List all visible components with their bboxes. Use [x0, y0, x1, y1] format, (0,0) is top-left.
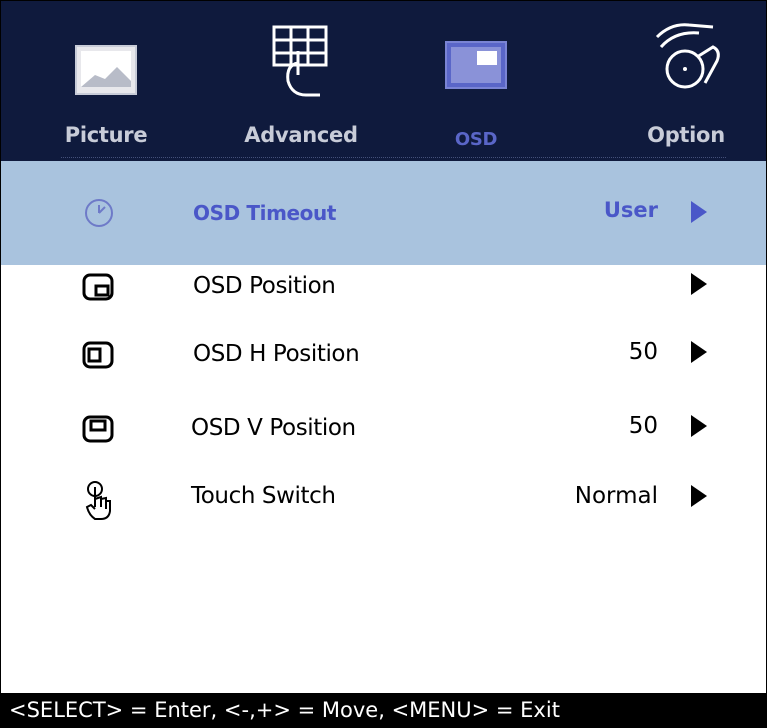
picture-icon	[75, 45, 137, 101]
tab-option[interactable]: Option	[626, 1, 746, 161]
arrow-right-icon	[691, 273, 707, 295]
position-icon	[79, 267, 119, 307]
menu-item-label: OSD Position	[193, 273, 336, 299]
tab-divider	[61, 157, 726, 158]
clock-icon	[79, 193, 119, 233]
menu-item-osd-position[interactable]: OSD Position	[1, 249, 766, 321]
tab-advanced-label: Advanced	[244, 123, 358, 147]
tab-picture[interactable]: Picture	[41, 1, 171, 161]
menu-item-label: Touch Switch	[191, 483, 336, 509]
menu-item-value: User	[603, 198, 658, 222]
menu-item-label: OSD V Position	[191, 415, 356, 441]
tab-bar: Picture Advanced OSD Option	[1, 1, 766, 161]
menu-item-label: OSD H Position	[193, 341, 360, 367]
osd-screen-icon	[445, 41, 507, 95]
tab-advanced[interactable]: Advanced	[226, 1, 376, 161]
menu-item-value: Normal	[574, 483, 658, 509]
menu-item-value: 50	[628, 413, 658, 439]
h-position-icon	[79, 335, 119, 375]
key-hint-text: <SELECT> = Enter, <-,+> = Move, <MENU> =…	[9, 698, 560, 722]
osd-menu-window: Picture Advanced OSD Option OSD Timeout …	[0, 0, 767, 728]
v-position-icon	[79, 409, 119, 449]
tab-picture-label: Picture	[64, 123, 148, 147]
tab-osd-label: OSD	[454, 129, 498, 150]
arrow-right-icon	[691, 341, 707, 363]
menu-item-osd-v-position[interactable]: OSD V Position 50	[1, 391, 766, 463]
hand-dial-icon	[647, 17, 725, 103]
tab-osd[interactable]: OSD	[421, 1, 531, 161]
arrow-right-icon	[691, 485, 707, 507]
menu-item-osd-h-position[interactable]: OSD H Position 50	[1, 317, 766, 389]
arrow-right-icon	[691, 201, 707, 223]
menu-item-value: 50	[628, 339, 658, 365]
menu-item-touch-switch[interactable]: Touch Switch Normal	[1, 465, 766, 537]
menu-item-label: OSD Timeout	[193, 201, 337, 225]
arrow-right-icon	[691, 415, 707, 437]
tab-option-label: Option	[647, 123, 725, 147]
grid-touch-icon	[266, 23, 336, 105]
touch-hand-icon	[79, 479, 119, 520]
key-hint-bar: <SELECT> = Enter, <-,+> = Move, <MENU> =…	[1, 693, 766, 727]
